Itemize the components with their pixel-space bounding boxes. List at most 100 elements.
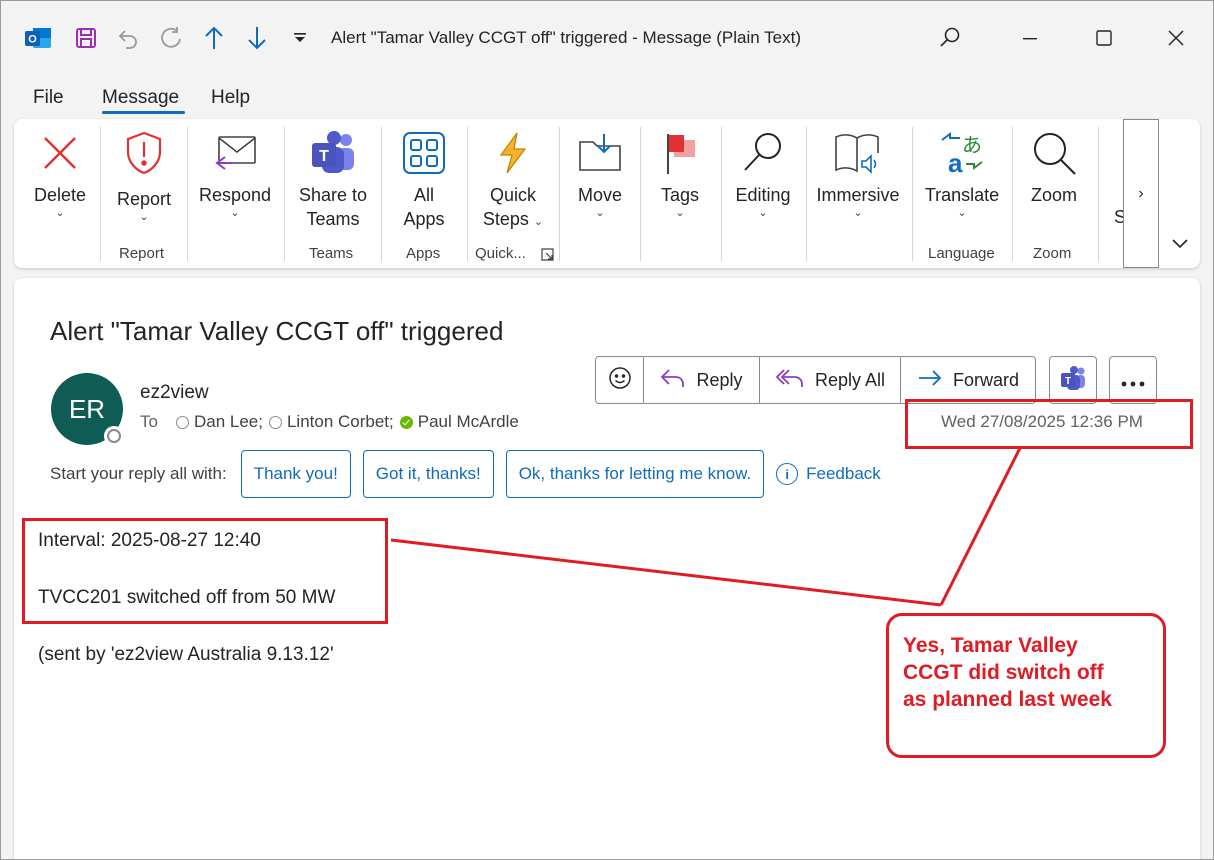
reply-all-icon	[775, 367, 805, 394]
reply-label: Reply	[696, 369, 743, 390]
delete-icon	[41, 134, 79, 177]
feedback-link[interactable]: i Feedback	[776, 463, 881, 485]
respond-button[interactable]: Respond ⌄	[197, 127, 273, 219]
divider	[381, 127, 382, 261]
ribbon-tabs: File Message Help	[0, 80, 1214, 116]
envelope-reply-icon	[211, 133, 259, 178]
translate-icon: a あ	[938, 130, 986, 181]
divider	[187, 127, 188, 261]
move-label: Move	[577, 185, 622, 205]
suggested-replies-prompt: Start your reply all with:	[50, 464, 227, 483]
delete-label: Delete	[33, 185, 87, 205]
more-icon	[1121, 367, 1145, 393]
reply-icon	[660, 367, 686, 394]
all-apps-button[interactable]: All Apps	[392, 127, 456, 231]
group-label-apps: Apps	[406, 245, 441, 262]
divider	[100, 127, 101, 261]
search-icon[interactable]	[935, 22, 965, 54]
reply-all-label: Reply All	[814, 369, 886, 390]
reply-button[interactable]: Reply	[644, 357, 760, 403]
callout-line: Yes, Tamar Valley	[903, 634, 1078, 657]
ribbon-collapse-icon[interactable]	[1171, 237, 1189, 255]
emoji-reaction-button[interactable]	[596, 357, 644, 403]
customize-toolbar-icon[interactable]	[284, 22, 316, 54]
window-title: Alert "Tamar Valley CCGT off" triggered …	[331, 28, 801, 47]
suggested-reply-button[interactable]: Got it, thanks!	[362, 450, 494, 498]
all-apps-label-1: All	[413, 185, 434, 205]
group-label-zoom: Zoom	[1033, 245, 1072, 262]
sender-name[interactable]: ez2view	[140, 382, 209, 404]
group-label-quick: Quick...	[475, 245, 526, 262]
editing-label: Editing	[735, 185, 791, 205]
close-button[interactable]	[1161, 22, 1191, 54]
tab-message[interactable]: Message	[102, 87, 179, 109]
tags-button[interactable]: Tags ⌄	[650, 127, 710, 219]
chevron-down-icon: ⌄	[758, 207, 768, 219]
all-apps-label-2: Apps	[403, 209, 445, 229]
suggested-reply-button[interactable]: Ok, thanks for letting me know.	[505, 450, 765, 498]
translate-button[interactable]: a あ Translate ⌄	[924, 127, 1000, 219]
share-to-teams-button[interactable]: T Share to Teams	[294, 127, 372, 231]
chevron-down-icon: ⌄	[230, 207, 240, 219]
lightning-icon	[495, 131, 531, 180]
redo-icon[interactable]	[155, 22, 187, 54]
annotation-box-body	[22, 518, 388, 624]
teams-icon: T	[1059, 365, 1087, 396]
flag-icon	[662, 130, 698, 181]
chevron-down-icon: ⌄	[55, 207, 65, 219]
divider	[467, 127, 468, 261]
delete-button[interactable]: Delete ⌄	[28, 127, 92, 219]
presence-status-icon	[104, 426, 124, 446]
immersive-reader-button[interactable]: Immersive ⌄	[814, 127, 902, 219]
outlook-app-icon: O	[22, 22, 54, 54]
tab-file[interactable]: File	[33, 87, 64, 109]
teams-icon: T	[308, 130, 358, 181]
previous-item-icon[interactable]	[198, 22, 230, 54]
divider	[806, 127, 807, 261]
more-actions-button[interactable]	[1109, 356, 1157, 404]
shield-alert-icon	[124, 130, 164, 181]
divider	[640, 127, 641, 261]
reply-all-button[interactable]: Reply All	[760, 357, 901, 403]
svg-text:a: a	[948, 148, 963, 176]
presence-offline-icon	[175, 415, 189, 429]
suggested-reply-button[interactable]: Thank you!	[240, 450, 351, 498]
recipient-name: Dan Lee;	[193, 412, 263, 431]
quick-steps-label-2: Steps	[482, 209, 529, 229]
save-icon[interactable]	[70, 22, 102, 54]
suggested-replies: Start your reply all with: Thank you! Go…	[50, 450, 881, 498]
dialog-launcher-icon[interactable]	[541, 248, 554, 266]
zoom-button[interactable]: Zoom	[1022, 127, 1086, 207]
respond-label: Respond	[198, 185, 272, 205]
next-item-icon[interactable]	[241, 22, 273, 54]
move-button[interactable]: Move ⌄	[570, 127, 630, 219]
zoom-icon	[1030, 129, 1078, 182]
share-to-teams-label-1: Share to	[298, 185, 368, 205]
forward-icon	[917, 368, 943, 393]
divider	[912, 127, 913, 261]
teams-chat-button[interactable]: T	[1049, 356, 1097, 404]
recipients-line: To Dan Lee; Linton Corbet; Paul McArdle	[140, 412, 525, 432]
translate-label: Translate	[924, 185, 1000, 205]
chevron-down-icon: ⌄	[533, 216, 544, 228]
message-subject: Alert "Tamar Valley CCGT off" triggered	[50, 316, 504, 346]
minimize-button[interactable]	[1015, 22, 1045, 54]
search-icon	[740, 130, 786, 181]
editing-button[interactable]: Editing ⌄	[731, 127, 795, 219]
ribbon-scroll-right-button[interactable]: ›	[1123, 119, 1159, 268]
quick-steps-button[interactable]: Quick Steps ⌄	[476, 127, 550, 231]
recipient[interactable]: Dan Lee;	[175, 412, 263, 432]
maximize-button[interactable]	[1089, 22, 1119, 54]
undo-icon[interactable]	[112, 22, 144, 54]
recipient[interactable]: Paul McArdle	[399, 412, 519, 432]
chevron-down-icon: ⌄	[595, 207, 605, 219]
callout-line: as planned last week	[903, 688, 1112, 711]
report-button[interactable]: Report ⌄	[110, 127, 178, 223]
forward-button[interactable]: Forward	[901, 357, 1035, 403]
smiley-icon	[608, 366, 632, 395]
quick-steps-label-1: Quick	[489, 185, 536, 205]
recipient[interactable]: Linton Corbet;	[268, 412, 394, 432]
tab-help[interactable]: Help	[211, 87, 250, 109]
message-actions: Reply Reply All Forward	[595, 356, 1036, 404]
zoom-label: Zoom	[1030, 185, 1077, 205]
